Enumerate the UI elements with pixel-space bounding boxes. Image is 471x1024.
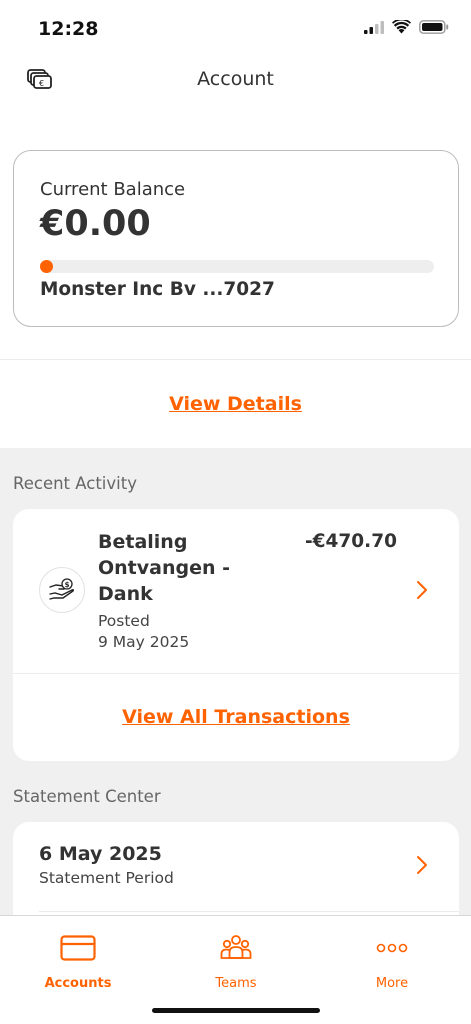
transaction-title: Betaling Ontvangen - Dank (98, 531, 231, 605)
transaction-date: 9 May 2025 (98, 633, 190, 651)
status-icons (364, 20, 449, 34)
wifi-icon (392, 20, 411, 34)
more-dots-icon (376, 943, 408, 953)
people-icon (220, 935, 252, 959)
page-title: Account (197, 68, 274, 90)
balance-progress-track (40, 260, 434, 273)
transaction-amount: -€470.70 (305, 531, 397, 552)
statement-date: 6 May 2025 (39, 843, 162, 865)
balance-label: Current Balance (40, 179, 186, 200)
tab-more[interactable]: More (332, 932, 452, 991)
chevron-right-icon[interactable] (415, 579, 429, 601)
balance-amount: €0.00 (40, 204, 151, 244)
section-divider (0, 359, 471, 360)
view-details-link[interactable]: View Details (0, 393, 471, 415)
transaction-status: Posted (98, 612, 150, 630)
statement-center-heading: Statement Center (13, 787, 161, 806)
transaction-icon-circle: $ (39, 567, 85, 613)
balance-card[interactable]: Current Balance €0.00 Monster Inc Bv ...… (13, 150, 459, 327)
nav-header: € Account (0, 56, 471, 106)
statement-divider (39, 911, 459, 912)
status-bar: 12:28 (0, 0, 471, 56)
tab-teams-label: Teams (215, 976, 257, 991)
status-time: 12:28 (38, 18, 99, 40)
recent-activity-card: $ Betaling Ontvangen - Dank -€470.70 Pos… (13, 509, 459, 761)
statement-label: Statement Period (39, 869, 174, 887)
tab-more-label: More (375, 976, 409, 991)
statement-card: 6 May 2025 Statement Period (13, 822, 459, 916)
hand-money-icon: $ (49, 578, 75, 600)
tab-teams[interactable]: Teams (176, 932, 296, 991)
balance-progress-fill (40, 260, 53, 273)
battery-icon (419, 20, 449, 34)
recent-activity-heading: Recent Activity (13, 474, 137, 493)
view-all-transactions-link[interactable]: View All Transactions (13, 706, 459, 728)
tab-accounts[interactable]: Accounts (18, 932, 138, 991)
account-name: Monster Inc Bv ...7027 (40, 279, 275, 300)
card-icon (60, 935, 96, 961)
home-indicator (152, 1008, 320, 1013)
chevron-right-icon[interactable] (415, 854, 429, 876)
svg-text:$: $ (65, 581, 70, 589)
tab-accounts-label: Accounts (44, 976, 112, 991)
activity-divider (13, 673, 459, 674)
cellular-signal-icon (364, 20, 384, 34)
